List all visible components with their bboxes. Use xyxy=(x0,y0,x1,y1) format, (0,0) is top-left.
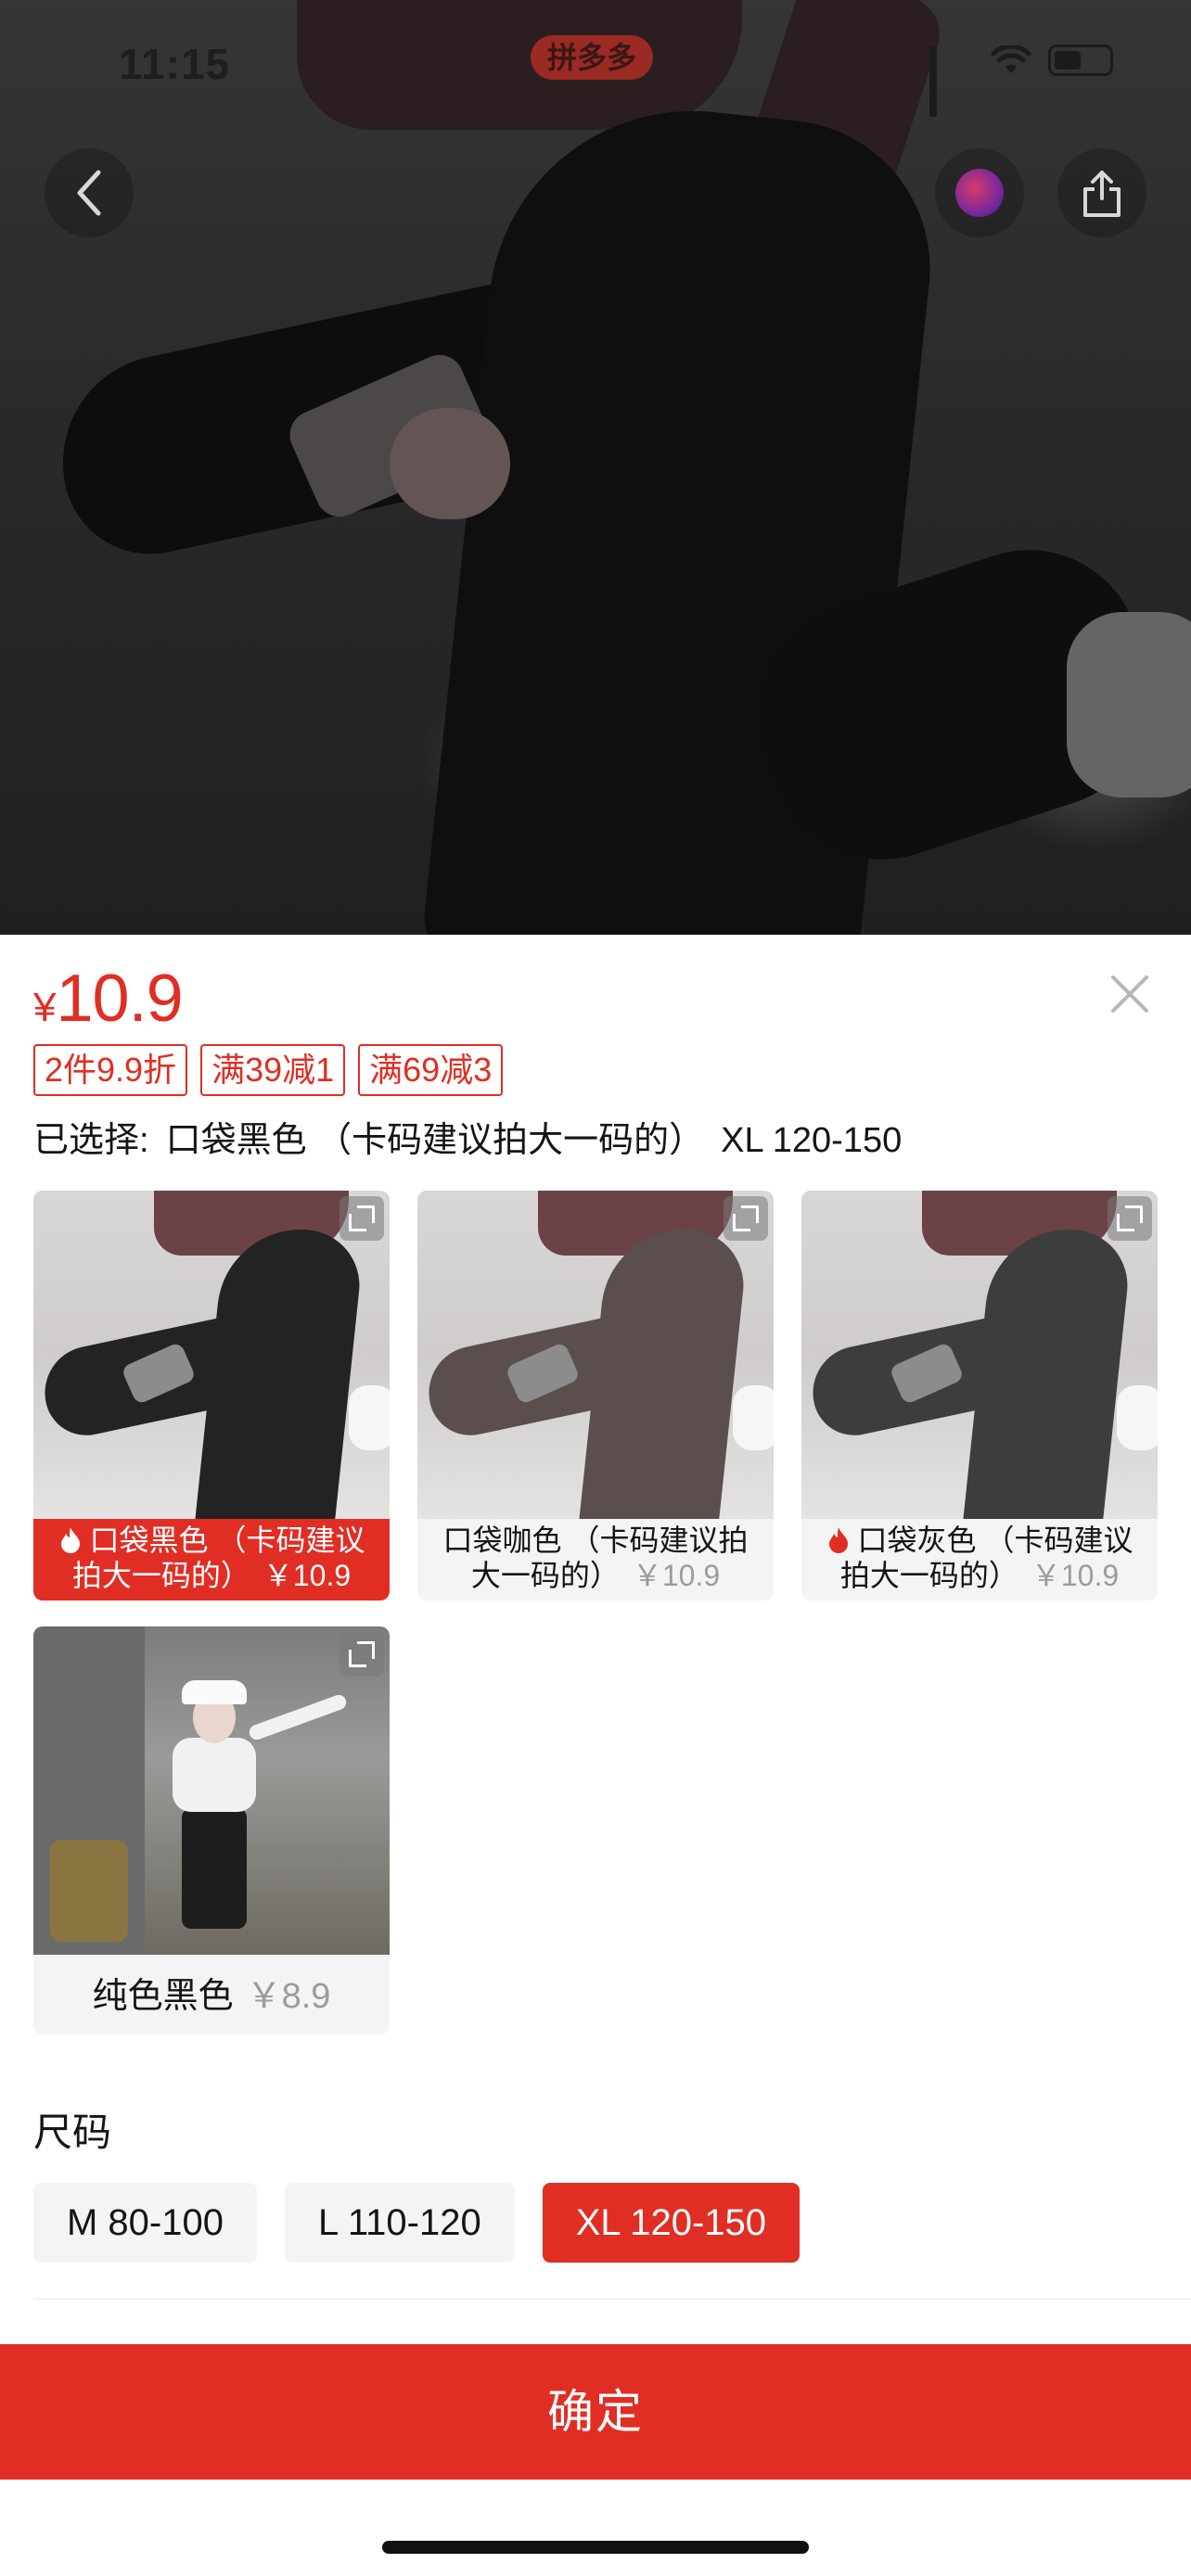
divider xyxy=(33,2298,1191,2300)
sku-name: 纯色黑色 xyxy=(92,1977,234,2016)
product-hero-image xyxy=(0,0,1191,935)
sku-price: ￥10.9 xyxy=(263,1559,352,1592)
close-button[interactable] xyxy=(1102,966,1158,1022)
size-option-l[interactable]: L 110-120 xyxy=(284,2183,515,2263)
selected-label: 已选择: xyxy=(33,1121,149,1160)
close-icon xyxy=(1111,976,1148,1013)
selected-size: XL 120-150 xyxy=(721,1121,903,1160)
sku-thumbnail xyxy=(801,1191,1158,1519)
expand-icon[interactable] xyxy=(339,1632,384,1677)
sku-thumbnail xyxy=(33,1191,390,1519)
sku-label: 口袋咖色 （卡码建议拍大一码的） ￥10.9 xyxy=(417,1519,774,1600)
coupon-tags: 2件9.9折 满39减1 满69减3 xyxy=(33,1044,504,1096)
selected-color: 口袋黑色 （卡码建议拍大一码的） xyxy=(165,1121,705,1160)
size-option-xl[interactable]: XL 120-150 xyxy=(542,2183,800,2263)
sku-selector-sheet: ¥10.9 2件9.9折 满39减1 满69减3 已选择: 口袋黑色 （卡码建议拍… xyxy=(0,935,1191,2576)
expand-icon[interactable] xyxy=(339,1196,384,1241)
wifi-icon xyxy=(991,44,1031,75)
sku-label: 口袋灰色 （卡码建议拍大一码的） ￥10.9 xyxy=(801,1519,1158,1600)
sku-price: ￥10.9 xyxy=(632,1559,721,1592)
price-value: 10.9 xyxy=(56,962,183,1036)
coupon-tag: 满69减3 xyxy=(358,1044,504,1096)
share-icon xyxy=(1083,171,1121,217)
chevron-left-icon xyxy=(77,170,101,216)
sku-price: ￥8.9 xyxy=(246,1977,331,2016)
color-option-solid-black[interactable]: 纯色黑色 ￥8.9 xyxy=(33,1626,390,2034)
status-icons xyxy=(929,44,1113,117)
status-time: 11:15 xyxy=(119,40,231,88)
avatar-button[interactable] xyxy=(935,148,1024,237)
color-option-pocket-black[interactable]: 口袋黑色 （卡码建议拍大一码的） ￥10.9 xyxy=(33,1191,390,1600)
sku-price: ￥10.9 xyxy=(1031,1559,1120,1592)
avatar-icon xyxy=(955,169,1004,217)
hero-dim-overlay[interactable] xyxy=(0,0,1191,935)
fire-icon xyxy=(60,1527,80,1553)
coupon-tag: 满39减1 xyxy=(200,1044,346,1096)
size-section-title: 尺码 xyxy=(33,2111,112,2154)
fire-icon xyxy=(828,1527,848,1553)
coupon-tag: 2件9.9折 xyxy=(33,1044,188,1096)
confirm-button[interactable]: 确定 xyxy=(0,2344,1191,2480)
price-currency: ¥ xyxy=(33,985,57,1030)
color-option-pocket-brown[interactable]: 口袋咖色 （卡码建议拍大一码的） ￥10.9 xyxy=(417,1191,774,1600)
signal-icon xyxy=(929,46,974,117)
expand-icon[interactable] xyxy=(1108,1196,1152,1241)
selected-summary: 已选择: 口袋黑色 （卡码建议拍大一码的） XL 120-150 xyxy=(33,1111,918,1162)
app-badge: 拼多多 xyxy=(531,35,654,80)
sku-label: 纯色黑色 ￥8.9 xyxy=(33,1955,390,2034)
expand-icon[interactable] xyxy=(724,1196,768,1241)
color-option-pocket-grey[interactable]: 口袋灰色 （卡码建议拍大一码的） ￥10.9 xyxy=(801,1191,1158,1600)
sku-thumbnail xyxy=(417,1191,774,1519)
share-button[interactable] xyxy=(1057,148,1146,237)
sku-label: 口袋黑色 （卡码建议拍大一码的） ￥10.9 xyxy=(33,1519,390,1600)
home-indicator[interactable] xyxy=(382,2541,809,2554)
sku-thumbnail xyxy=(33,1626,390,1955)
back-button[interactable] xyxy=(45,148,134,237)
battery-icon xyxy=(1048,45,1113,76)
price: ¥10.9 xyxy=(33,961,184,1037)
size-option-m[interactable]: M 80-100 xyxy=(33,2183,257,2263)
size-options: M 80-100 L 110-120 XL 120-150 xyxy=(33,2183,800,2263)
